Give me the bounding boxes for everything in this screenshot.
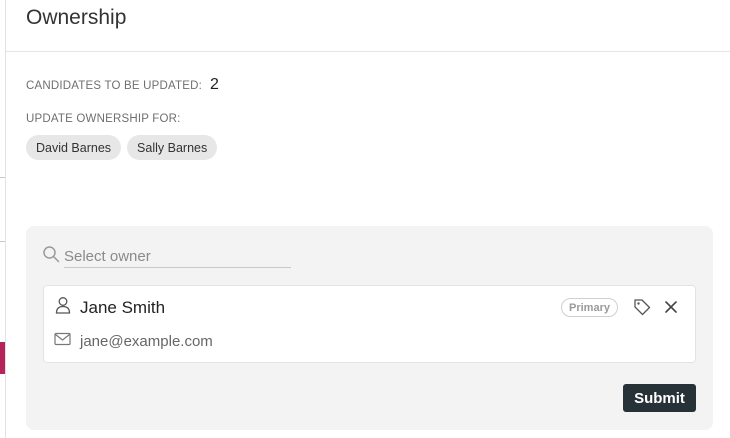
owner-name-row: Jane Smith <box>54 296 165 319</box>
update-ownership-label: UPDATE OWNERSHIP FOR: <box>26 113 181 125</box>
tag-icon[interactable] <box>633 298 651 316</box>
selected-owner-card: Jane Smith jane@example.com Primary <box>43 285 696 363</box>
owner-name: Jane Smith <box>80 297 166 317</box>
owner-email: jane@example.com <box>80 333 213 350</box>
owner-email-row: jane@example.com <box>54 332 213 351</box>
submit-button[interactable]: Submit <box>623 384 696 412</box>
user-icon <box>54 296 72 319</box>
select-owner-input[interactable] <box>64 245 291 268</box>
candidates-label: CANDIDATES TO BE UPDATED: <box>26 80 203 92</box>
modal-header: Ownership <box>6 0 730 52</box>
primary-badge: Primary <box>561 298 618 317</box>
candidate-chip: David Barnes <box>26 135 122 160</box>
search-icon <box>42 245 60 268</box>
candidates-count-row: CANDIDATES TO BE UPDATED: 2 <box>26 76 219 94</box>
ownership-modal: Ownership CANDIDATES TO BE UPDATED: 2 UP… <box>5 0 730 438</box>
candidate-chip: Sally Barnes <box>127 135 218 160</box>
candidates-count: 2 <box>210 76 219 93</box>
update-info: CANDIDATES TO BE UPDATED: 2 UPDATE OWNER… <box>26 76 219 160</box>
modal-title: Ownership <box>26 6 127 29</box>
candidate-chips: David Barnes Sally Barnes <box>26 135 219 160</box>
owner-search <box>42 245 292 268</box>
mail-icon <box>54 332 71 351</box>
close-icon[interactable] <box>662 298 680 316</box>
owner-selection-panel: Jane Smith jane@example.com Primary Subm… <box>26 226 713 430</box>
